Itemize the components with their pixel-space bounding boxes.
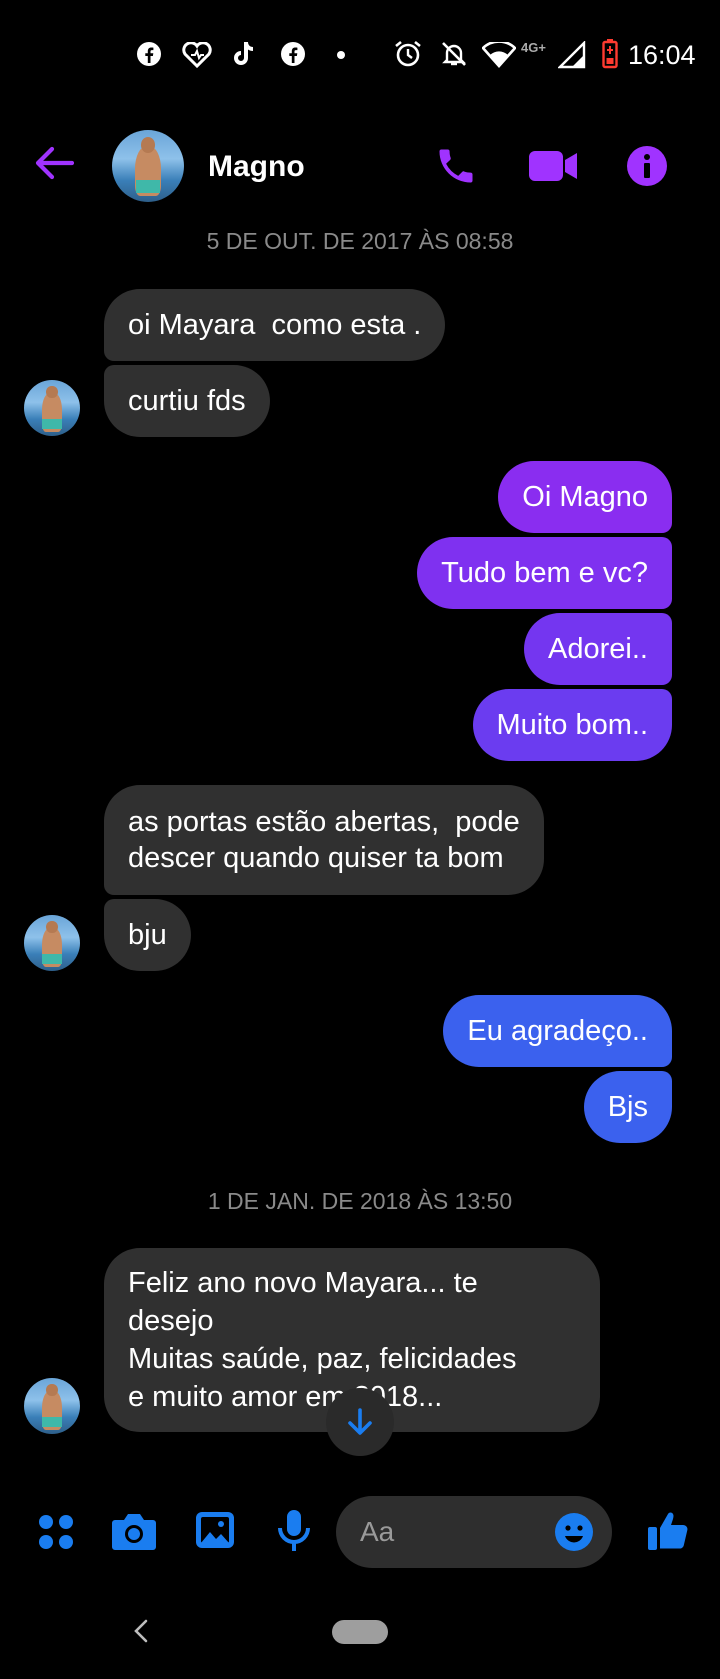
message-text: oi Mayara como esta . bbox=[128, 309, 422, 341]
message-text: Tudo bem e vc? bbox=[441, 557, 648, 589]
message-input-placeholder: Aa bbox=[360, 1516, 395, 1547]
facebook-icon bbox=[136, 41, 162, 67]
contact-name[interactable]: Magno bbox=[208, 150, 305, 184]
message-text: Muito bom.. bbox=[496, 709, 649, 741]
contact-avatar[interactable] bbox=[112, 130, 184, 202]
date-separator: 5 DE OUT. DE 2017 ÀS 08:58 bbox=[206, 228, 514, 254]
nav-home-pill[interactable] bbox=[332, 1620, 388, 1644]
tiktok-icon bbox=[232, 40, 258, 68]
battery-icon bbox=[602, 39, 618, 69]
message-text: e muito amor em 2018... bbox=[128, 1381, 443, 1413]
wifi-icon bbox=[482, 42, 516, 68]
message-text: Bjs bbox=[607, 1091, 648, 1123]
scroll-to-bottom-button[interactable] bbox=[326, 1388, 394, 1456]
facebook-icon bbox=[280, 41, 306, 67]
emoji-icon[interactable] bbox=[554, 1512, 594, 1552]
outgoing-message[interactable]: Eu agradeço.. bbox=[443, 995, 672, 1067]
gallery-icon[interactable] bbox=[194, 1510, 236, 1550]
thumbs-up-icon[interactable] bbox=[646, 1508, 690, 1552]
outgoing-message[interactable]: Muito bom.. bbox=[472, 689, 672, 761]
outgoing-message[interactable]: Oi Magno bbox=[498, 461, 672, 533]
signal-icon bbox=[558, 41, 586, 69]
phone-icon[interactable] bbox=[434, 144, 478, 188]
message-text: as portas estão abertas, pode bbox=[128, 806, 520, 838]
incoming-message[interactable]: curtiu fds bbox=[104, 365, 270, 437]
incoming-message[interactable]: as portas estão abertas, pode descer qua… bbox=[104, 785, 544, 895]
arrow-down-icon bbox=[348, 1408, 372, 1435]
message-text: curtiu fds bbox=[128, 385, 246, 417]
message-input[interactable]: Aa bbox=[336, 1496, 612, 1568]
sender-avatar[interactable] bbox=[24, 915, 80, 971]
status-time: 16:04 bbox=[628, 40, 696, 70]
mic-icon[interactable] bbox=[276, 1508, 312, 1554]
message-text: bju bbox=[128, 919, 167, 951]
camera-icon[interactable] bbox=[111, 1512, 157, 1552]
nav-back-icon[interactable] bbox=[132, 1618, 150, 1644]
message-text: Eu agradeço.. bbox=[467, 1015, 648, 1047]
outgoing-message[interactable]: Tudo bem e vc? bbox=[417, 537, 672, 609]
video-icon[interactable] bbox=[528, 148, 578, 184]
message-text: desejo bbox=[128, 1305, 214, 1337]
network-type: 4G+ bbox=[521, 40, 546, 55]
message-text: Muitas saúde, paz, felicidades bbox=[128, 1343, 517, 1375]
message-text: Feliz ano novo Mayara... te bbox=[128, 1267, 478, 1299]
message-text: Adorei.. bbox=[548, 633, 648, 665]
info-icon[interactable] bbox=[627, 146, 667, 186]
sender-avatar[interactable] bbox=[24, 1378, 80, 1434]
incoming-message[interactable]: bju bbox=[104, 899, 191, 971]
incoming-message[interactable]: oi Mayara como esta . bbox=[104, 289, 446, 361]
dot-icon bbox=[337, 51, 345, 59]
message-text: Oi Magno bbox=[522, 481, 648, 513]
date-separator: 1 DE JAN. DE 2018 ÀS 13:50 bbox=[207, 1188, 513, 1214]
back-arrow-icon[interactable] bbox=[34, 145, 74, 181]
outgoing-message[interactable]: Adorei.. bbox=[524, 613, 672, 685]
sender-avatar[interactable] bbox=[24, 380, 80, 436]
outgoing-message[interactable]: Bjs bbox=[583, 1071, 672, 1143]
message-text: descer quando quiser ta bom bbox=[128, 842, 504, 874]
apps-icon[interactable] bbox=[38, 1514, 74, 1550]
mute-icon bbox=[440, 40, 468, 68]
heart-icon bbox=[182, 42, 212, 68]
alarm-icon bbox=[393, 39, 423, 69]
